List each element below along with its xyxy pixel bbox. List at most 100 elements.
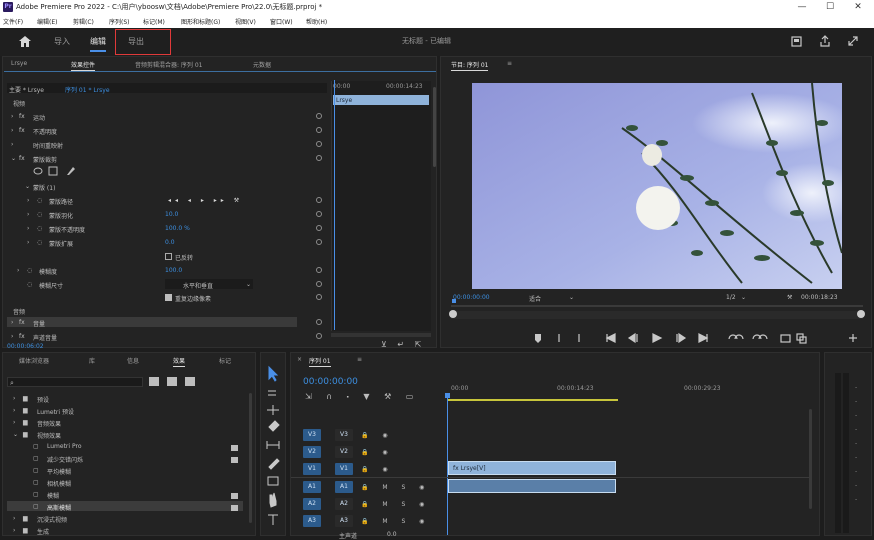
- stopwatch-icon[interactable]: ◌: [27, 281, 32, 288]
- timeline-toolbar-icons[interactable]: ⇲ ∩ ⬝ ▼ ⚒ ▭: [305, 392, 419, 402]
- track-source-v3[interactable]: V3: [335, 429, 353, 441]
- fit-select[interactable]: 适合: [529, 294, 541, 303]
- effect-timecode[interactable]: 00:00:06:02: [7, 343, 44, 350]
- track-source-a3[interactable]: A3: [335, 515, 353, 527]
- tab-markers[interactable]: 标记: [219, 356, 231, 365]
- effect-volume[interactable]: 音量: [33, 319, 45, 328]
- collapse-arrow[interactable]: ⌄: [13, 431, 18, 438]
- expand-arrow[interactable]: ›: [17, 267, 19, 274]
- expand-arrow[interactable]: ›: [13, 515, 15, 522]
- reset-icon[interactable]: [316, 267, 322, 273]
- effects-scrollbar[interactable]: [249, 393, 252, 523]
- inverted-checkbox[interactable]: [165, 253, 172, 260]
- fx-icon[interactable]: fx: [19, 155, 25, 162]
- menu-sequence[interactable]: 序列(S): [109, 17, 130, 26]
- effect-time-remap[interactable]: 时间重映射: [33, 141, 63, 150]
- tab-media-browser[interactable]: 媒体浏览器: [19, 356, 49, 365]
- close-icon[interactable]: ×: [297, 356, 302, 363]
- expand-arrow[interactable]: ›: [11, 141, 13, 148]
- reset-icon[interactable]: [316, 141, 322, 147]
- expand-arrow[interactable]: ›: [13, 419, 15, 426]
- menu-clip[interactable]: 剪辑(C): [73, 17, 94, 26]
- tab-libraries[interactable]: 库: [89, 356, 95, 365]
- maximize-button[interactable]: ☐: [816, 0, 844, 14]
- program-playhead[interactable]: [452, 299, 456, 303]
- stopwatch-icon[interactable]: ◌: [37, 197, 42, 204]
- fx-icon[interactable]: fx: [19, 319, 25, 326]
- tab-import[interactable]: 导入: [54, 36, 70, 47]
- mask-opacity-value[interactable]: 100.0 %: [165, 225, 190, 232]
- playhead-handle[interactable]: [445, 393, 450, 398]
- expand-arrow[interactable]: ›: [27, 239, 29, 246]
- tab-effect-controls[interactable]: 效果控件: [71, 60, 96, 71]
- mini-timeline-scrollbar[interactable]: [331, 333, 431, 337]
- menu-graphics[interactable]: 图形和标题(G): [181, 17, 220, 26]
- reset-icon[interactable]: [316, 333, 322, 339]
- effect-item[interactable]: 模糊: [47, 491, 59, 500]
- tab-program[interactable]: 节目: 序列 01: [451, 60, 489, 71]
- tree-item-lumetri-presets[interactable]: Lumetri 预设: [37, 407, 74, 416]
- reset-icon[interactable]: [316, 127, 322, 133]
- reset-icon[interactable]: [316, 211, 322, 217]
- expand-icon[interactable]: [847, 35, 859, 47]
- menu-help[interactable]: 帮助(H): [306, 17, 327, 26]
- track-source-v2[interactable]: V2: [335, 446, 353, 458]
- fx-icon[interactable]: fx: [19, 127, 25, 134]
- stopwatch-icon[interactable]: ◌: [37, 211, 42, 218]
- mask-group[interactable]: 蒙版 (1): [33, 183, 55, 192]
- chevron-down-icon[interactable]: ⌄: [246, 281, 251, 288]
- expand-arrow[interactable]: ›: [13, 395, 15, 402]
- track-a3-controls[interactable]: 🔒 M S ◉: [361, 518, 430, 525]
- menu-view[interactable]: 视图(V): [235, 17, 256, 26]
- tab-audio-mixer[interactable]: 音频剪辑混合器: 序列 01: [135, 60, 202, 69]
- effect-opacity[interactable]: 不透明度: [33, 127, 57, 136]
- mini-playhead[interactable]: [334, 80, 335, 330]
- stopwatch-icon[interactable]: ◌: [27, 267, 32, 274]
- tree-item-presets[interactable]: 预设: [37, 395, 49, 404]
- track-target-v3[interactable]: V3: [303, 429, 321, 441]
- reset-icon[interactable]: [316, 197, 322, 203]
- tab-sequence[interactable]: 序列 01: [309, 356, 331, 367]
- quality-select[interactable]: 1/2: [726, 294, 736, 301]
- effect-motion[interactable]: 运动: [33, 113, 45, 122]
- effect-scrollbar[interactable]: [433, 87, 436, 167]
- fx-icon[interactable]: fx: [19, 113, 25, 120]
- fx-icon[interactable]: fx: [19, 333, 25, 340]
- 32bit-effects-icon[interactable]: [167, 377, 177, 386]
- tree-item-video-effects[interactable]: 视频效果: [37, 431, 61, 440]
- yuv-effects-icon[interactable]: [185, 377, 195, 386]
- track-source-a2[interactable]: A2: [335, 498, 353, 510]
- reset-icon[interactable]: [316, 239, 322, 245]
- expand-arrow[interactable]: ›: [27, 211, 29, 218]
- work-area-bar[interactable]: [448, 399, 618, 401]
- effect-channel-volume[interactable]: 声道音量: [33, 333, 57, 342]
- blur-amount-value[interactable]: 100.0: [165, 267, 182, 274]
- effect-item[interactable]: 相机模糊: [47, 479, 71, 488]
- effect-footer-icons[interactable]: ⊻ ↵ ⇱: [381, 340, 425, 349]
- expand-arrow[interactable]: ›: [11, 127, 13, 134]
- tree-item-audio-effects[interactable]: 音频效果: [37, 419, 61, 428]
- full-screen-icon[interactable]: [791, 36, 802, 47]
- tree-item-generate[interactable]: 生成: [37, 527, 49, 536]
- blur-dimensions-select[interactable]: 水平和垂直: [183, 281, 213, 290]
- panel-menu-icon[interactable]: ≡: [507, 60, 512, 67]
- tab-effects[interactable]: 效果: [173, 356, 186, 367]
- track-v1-controls[interactable]: 🔒 ◉: [361, 466, 394, 473]
- track-v2-controls[interactable]: 🔒 ◉: [361, 449, 394, 456]
- track-target-a2[interactable]: A2: [303, 498, 321, 510]
- reset-icon[interactable]: [316, 155, 322, 161]
- collapse-arrow[interactable]: ⌄: [11, 155, 16, 162]
- timeline-scrollbar[interactable]: [809, 409, 812, 509]
- track-a1-controls[interactable]: 🔒 M S ◉: [361, 484, 430, 491]
- timeline-timecode[interactable]: 00:00:00:00: [303, 377, 358, 387]
- menu-edit[interactable]: 编辑(E): [37, 17, 57, 26]
- effect-item[interactable]: 减少交错闪烁: [47, 455, 83, 464]
- share-icon[interactable]: [819, 35, 831, 47]
- panel-menu-icon[interactable]: ≡: [357, 356, 362, 363]
- effects-search-input[interactable]: ⌕: [7, 377, 143, 387]
- close-button[interactable]: ✕: [844, 0, 872, 14]
- reset-icon[interactable]: [316, 294, 322, 300]
- reset-icon[interactable]: [316, 281, 322, 287]
- expand-arrow[interactable]: ›: [27, 225, 29, 232]
- effect-mask-crop[interactable]: 蒙版裁剪: [33, 155, 57, 164]
